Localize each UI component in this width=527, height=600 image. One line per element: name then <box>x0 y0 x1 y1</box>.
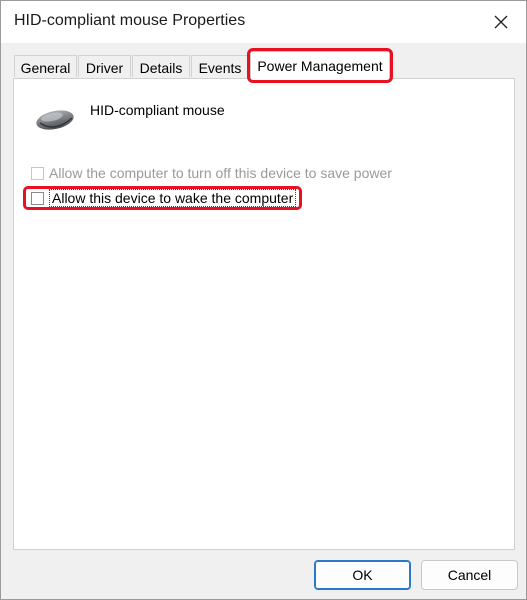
option-label-save-power: Allow the computer to turn off this devi… <box>49 165 392 181</box>
tab-power-management[interactable]: Power Management <box>250 51 390 79</box>
option-wake-computer: Allow this device to wake the computer <box>31 188 297 208</box>
mouse-icon <box>36 110 74 130</box>
checkbox-turn-off-to-save-power[interactable] <box>31 166 44 180</box>
tab-general[interactable]: General <box>14 55 77 77</box>
tab-driver[interactable]: Driver <box>78 55 131 77</box>
device-name: HID-compliant mouse <box>90 102 225 118</box>
close-button[interactable] <box>488 9 514 35</box>
power-management-panel: HID-compliant mouse Allow the computer t… <box>13 78 515 550</box>
ok-button[interactable]: OK <box>314 560 411 590</box>
title-bar: HID-compliant mouse Properties <box>1 1 526 43</box>
close-icon <box>494 15 508 29</box>
tab-strip: General Driver Details Events Power Mana… <box>1 43 526 79</box>
checkbox-wake-computer[interactable] <box>31 191 44 205</box>
window-title: HID-compliant mouse Properties <box>14 12 246 29</box>
cancel-button[interactable]: Cancel <box>421 560 518 590</box>
tab-events[interactable]: Events <box>191 55 249 77</box>
tab-details[interactable]: Details <box>132 55 190 77</box>
option-turn-off-to-save-power: Allow the computer to turn off this devi… <box>31 163 392 183</box>
option-label-wake-computer[interactable]: Allow this device to wake the computer <box>49 189 297 207</box>
properties-dialog: HID-compliant mouse Properties General D… <box>0 0 527 600</box>
